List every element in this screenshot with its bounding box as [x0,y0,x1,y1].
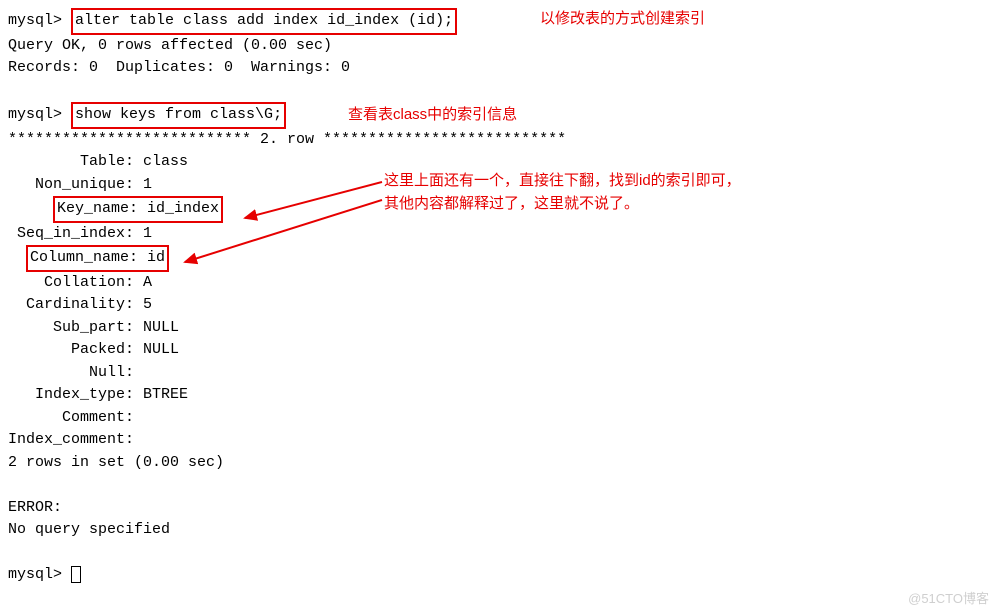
blank [8,80,991,103]
line-cmd1: mysql> alter table class add index id_in… [8,8,991,35]
line-res1a: Query OK, 0 rows affected (0.00 sec) [8,35,991,58]
cursor-icon [71,566,81,583]
f-cardinality: Cardinality: 5 [8,294,991,317]
prompt: mysql> [8,106,62,123]
f-collation: Collation: A [8,272,991,295]
annotation-2: 查看表class中的索引信息 [348,104,517,127]
line-prompt3: mysql> [8,564,991,587]
f-comment: Comment: [8,407,991,430]
pad [8,200,53,217]
prompt: mysql> [8,566,62,583]
boxed-keyname: Key_name: id_index [53,196,223,223]
line-res1b: Records: 0 Duplicates: 0 Warnings: 0 [8,57,991,80]
boxed-cmd-1: alter table class add index id_index (id… [71,8,457,35]
f-subpart: Sub_part: NULL [8,317,991,340]
annotation-3b: 其他内容都解释过了，这里就不说了。 [384,193,639,216]
f-indexcomment: Index_comment: [8,429,991,452]
row-header: *************************** 2. row *****… [8,129,991,152]
prompt: mysql> [8,12,62,29]
noquery: No query specified [8,519,991,542]
pad [8,249,26,266]
f-indextype: Index_type: BTREE [8,384,991,407]
f-seq: Seq_in_index: 1 [8,223,991,246]
error: ERROR: [8,497,991,520]
boxed-cmd-2: show keys from class\G; [71,102,286,129]
annotation-1: 以修改表的方式创建索引 [540,8,705,31]
f-packed: Packed: NULL [8,339,991,362]
watermark: @51CTO博客 [908,589,989,609]
boxed-colname: Column_name: id [26,245,169,272]
rows-in-set: 2 rows in set (0.00 sec) [8,452,991,475]
f-colname: Column_name: id [8,245,991,272]
f-null: Null: [8,362,991,385]
annotation-3a: 这里上面还有一个，直接往下翻，找到id的索引即可， [384,170,741,193]
blank2 [8,474,991,497]
blank3 [8,542,991,565]
